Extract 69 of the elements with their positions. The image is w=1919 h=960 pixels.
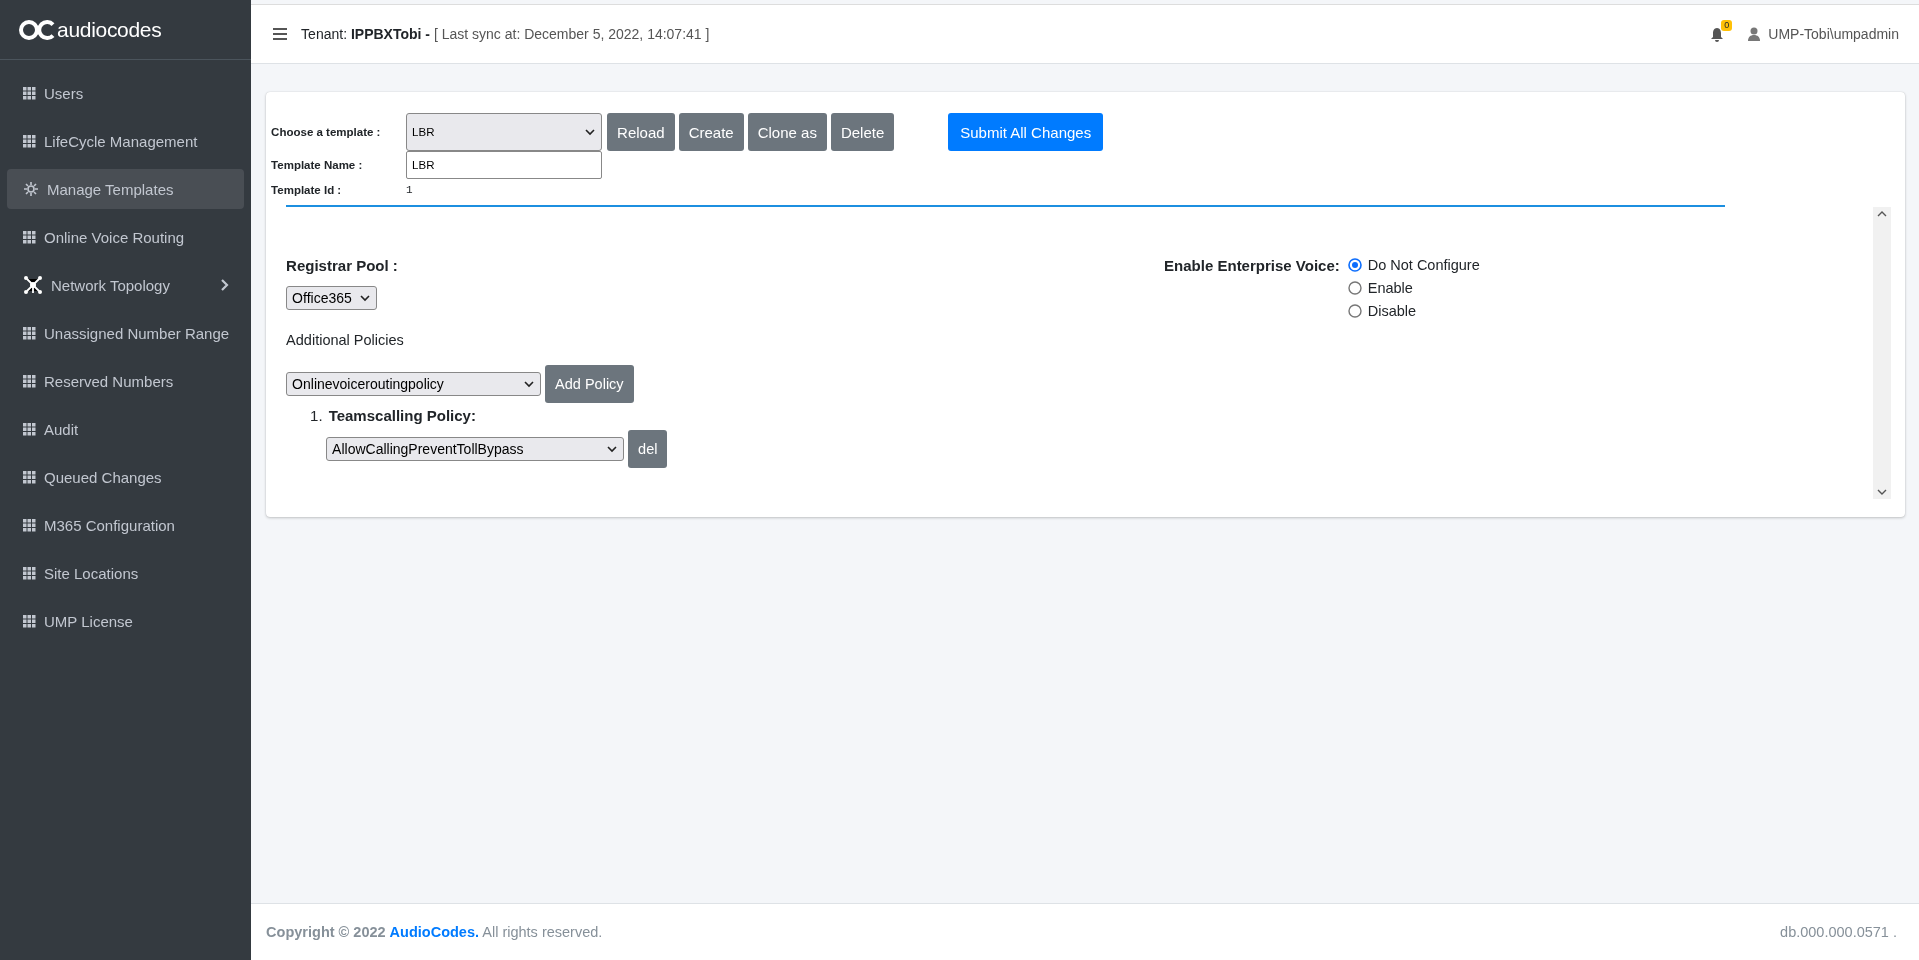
field-label: Registrar Pool :	[286, 257, 398, 274]
logo-text: audiocodes	[57, 17, 162, 42]
action-button[interactable]: Clone as	[747, 113, 827, 151]
grid-icon	[23, 86, 36, 100]
grid-icon	[23, 134, 36, 148]
sidebar-item[interactable]: Network Topology	[7, 265, 245, 305]
grid-icon	[23, 614, 36, 628]
sidebar-item[interactable]: M365 Configuration	[7, 505, 245, 545]
caret-icon	[607, 445, 618, 453]
policy-value-dropdown[interactable]: AllowCallingPreventTollBypass	[326, 437, 625, 461]
template-dropdown[interactable]: LBR	[406, 113, 603, 151]
grid-icon	[23, 518, 36, 532]
copyright-text: Copyright © 2022 AudioCodes. All rights reserved.	[266, 924, 603, 940]
remove-policy-button[interactable]: del	[628, 430, 668, 468]
sidebar-item[interactable]: LifeCycle Management	[7, 121, 245, 161]
grid-icon	[23, 422, 36, 436]
template-name-input[interactable]: LBR	[406, 151, 603, 179]
sidebar-item[interactable]: Unassigned Number Range	[7, 313, 245, 353]
sidebar-item[interactable]: Online Voice Routing	[7, 217, 245, 257]
sidebar-item[interactable]: Reserved Numbers	[7, 361, 245, 401]
sidebar-item[interactable]: Site Locations	[7, 553, 245, 593]
policy-label: Teamscalling Policy:	[328, 407, 476, 424]
scroll-down-icon	[1877, 489, 1887, 495]
gear-icon	[23, 181, 39, 197]
grid-icon	[23, 566, 36, 580]
bell-icon[interactable]	[1710, 26, 1725, 42]
action-button[interactable]: Submit All Changes	[948, 113, 1104, 151]
company-link[interactable]: AudioCodes.	[389, 924, 480, 940]
radio-button[interactable]	[1347, 281, 1362, 295]
field-label: Template Name :	[271, 159, 364, 171]
sidebar-item[interactable]: UMP License	[7, 601, 245, 641]
field-label: Template Id :	[271, 184, 342, 196]
registrar-pool-dropdown[interactable]: Office365	[286, 286, 377, 310]
action-button[interactable]: Reload	[607, 113, 675, 151]
caret-icon	[585, 128, 596, 136]
radio-button[interactable]	[1347, 258, 1362, 272]
grid-icon	[23, 374, 36, 388]
list-number: 1.	[310, 407, 323, 424]
sidebar-item[interactable]: Queued Changes	[7, 457, 245, 497]
section-label: Additional Policies	[286, 332, 404, 348]
action-button[interactable]: Delete	[830, 113, 895, 151]
notification-badge: 0	[1721, 19, 1733, 31]
caret-icon	[359, 294, 370, 302]
radio-label: Disable	[1367, 303, 1417, 319]
template-id: 1	[406, 184, 413, 196]
field-label: Choose a template :	[271, 126, 382, 138]
grid-icon	[23, 470, 36, 484]
field-label: Enable Enterprise Voice:	[1164, 257, 1340, 274]
user-icon	[1748, 27, 1761, 41]
sidebar-item[interactable]: Users	[7, 73, 245, 113]
network-icon	[23, 275, 43, 295]
caret-icon	[524, 380, 535, 388]
radio-button[interactable]	[1347, 304, 1362, 318]
user-menu[interactable]: UMP-Tobi\umpadmin	[1748, 26, 1899, 42]
logo-icon	[19, 19, 55, 40]
grid-icon	[23, 326, 36, 340]
tenant-info: Tenant: IPPBXTobi - [ Last sync at: December 5, 2022, 14:07:41 ]	[301, 26, 711, 42]
action-button[interactable]: Create	[678, 113, 744, 151]
scrollbar[interactable]	[1873, 207, 1891, 499]
radio-label: Enable	[1367, 280, 1413, 296]
policy-dropdown[interactable]: Onlinevoiceroutingpolicy	[286, 372, 542, 396]
sidebar-item[interactable]: Audit	[7, 409, 245, 449]
sidebar-item[interactable]: Manage Templates	[7, 169, 245, 209]
version-text: db.000.000.0571 .	[1780, 924, 1897, 940]
menu-icon[interactable]	[273, 28, 288, 40]
scroll-up-icon	[1877, 211, 1887, 217]
radio-label: Do Not Configure	[1367, 257, 1480, 273]
add-policy-button[interactable]: Add Policy	[545, 365, 634, 403]
grid-icon	[23, 230, 36, 244]
